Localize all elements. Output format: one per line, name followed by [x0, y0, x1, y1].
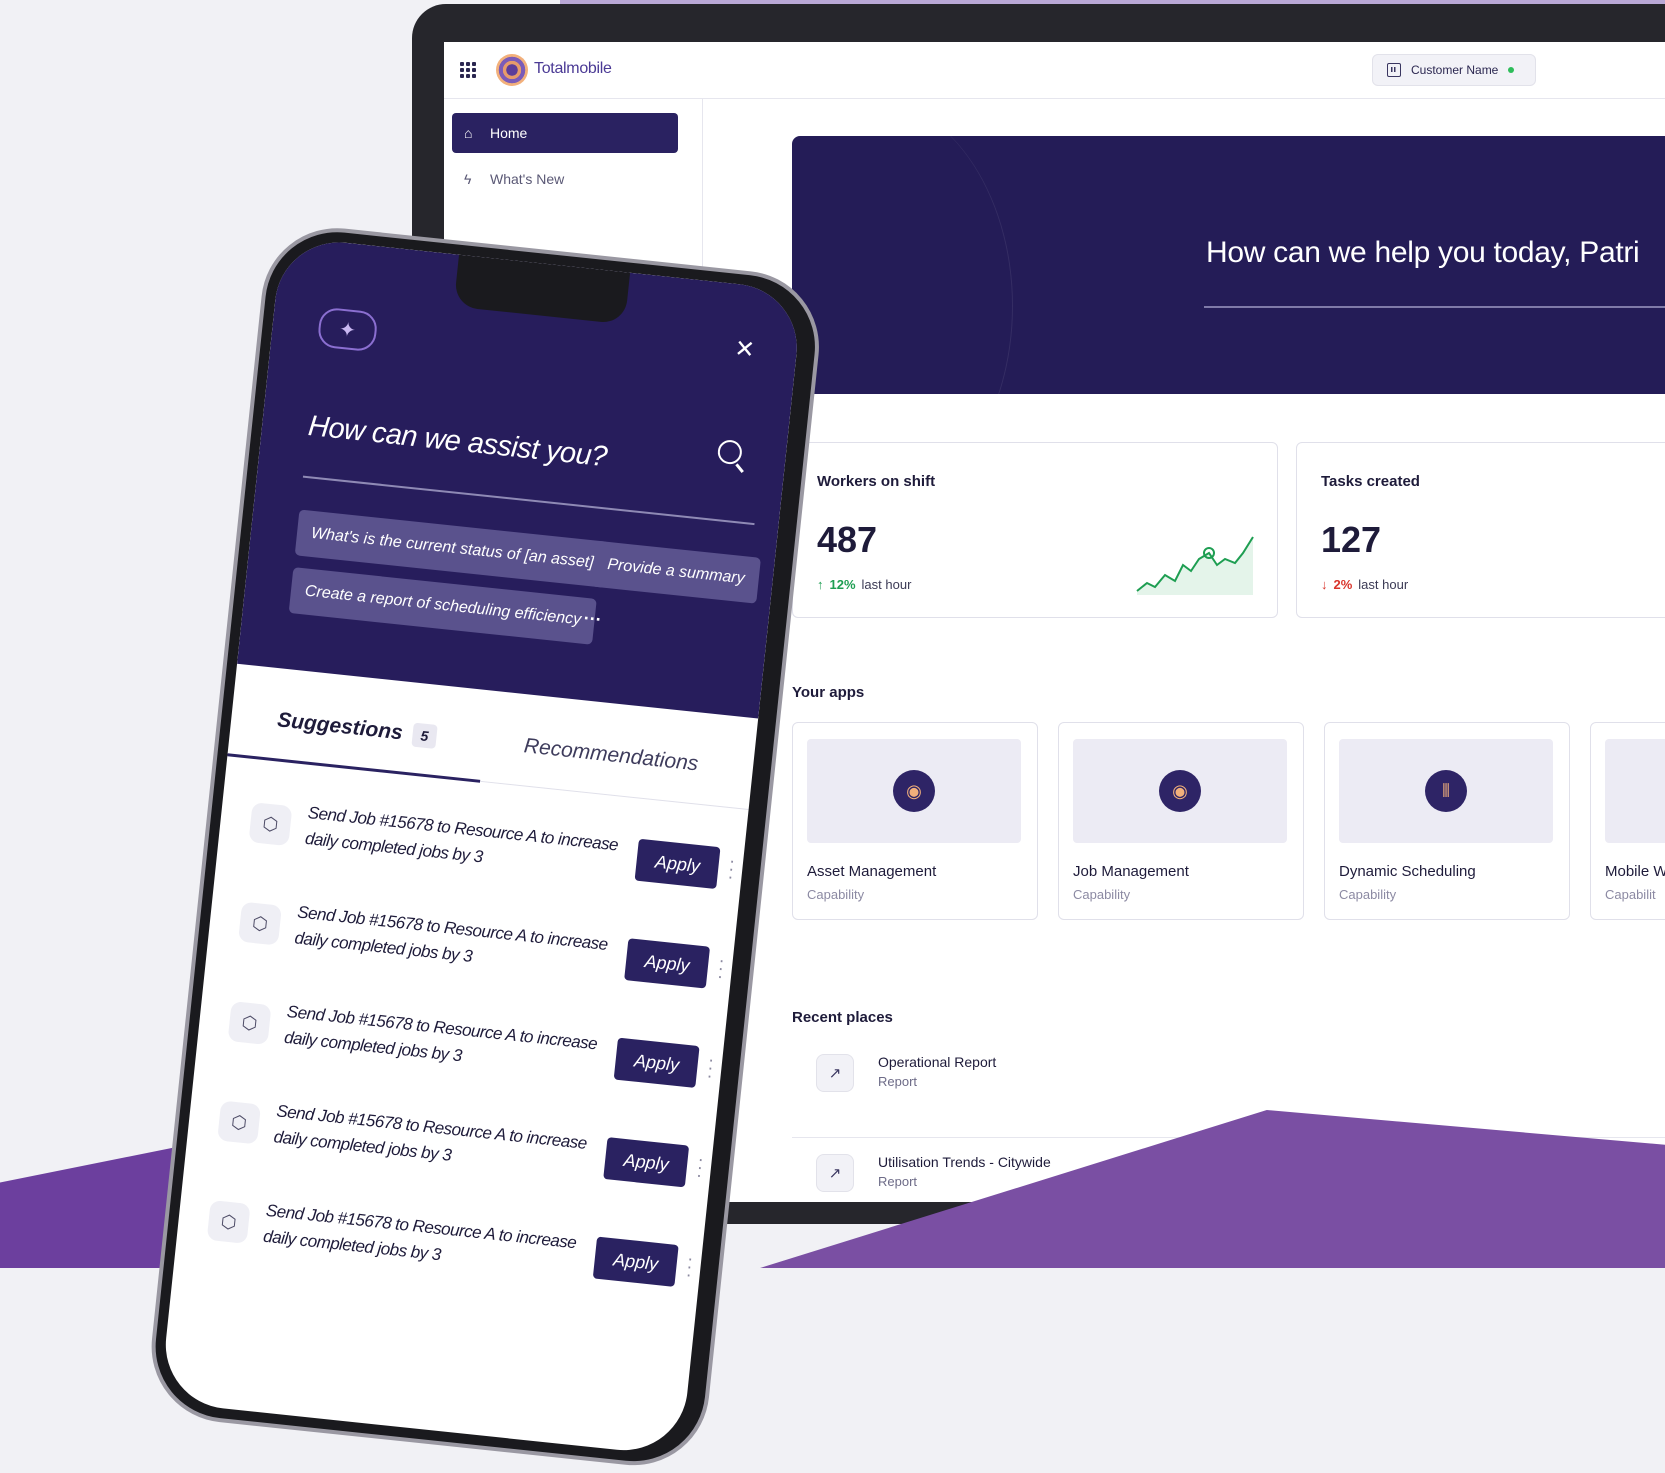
stat-delta: ↑ 12% last hour — [817, 577, 911, 592]
tab-label: Suggestions — [276, 708, 404, 745]
status-dot — [1508, 67, 1515, 73]
app-name: Job Management — [1073, 863, 1189, 880]
recent-section-title: Recent places — [792, 1009, 893, 1026]
kebab-icon[interactable]: · · · — [726, 850, 736, 886]
cube-icon: ⬡ — [227, 1001, 272, 1046]
sparkle-icon[interactable]: ✦ — [316, 306, 379, 353]
recent-item-name: Utilisation Trends - Citywide — [878, 1154, 1051, 1170]
prompt-chip-summary[interactable]: Provide a summary — [591, 540, 761, 604]
app-type: Capability — [807, 887, 865, 902]
suggestion-text: Send Job #15678 to Resource A to increas… — [304, 803, 620, 867]
customer-name: Customer Name — [1411, 63, 1499, 77]
brand-name: Totalmobile — [534, 60, 612, 77]
kebab-icon[interactable]: · · · — [685, 1248, 695, 1284]
stat-card-tasks[interactable]: Tasks created 127 ↓ 2% last hour — [1296, 442, 1665, 618]
delta-period: last hour — [861, 577, 912, 592]
apps-section-title: Your apps — [792, 684, 865, 701]
app-card-job-management[interactable]: ◉ Job Management Capability — [1058, 722, 1304, 920]
assistant-header: ✦ ✕ How can we assist you? What's is the… — [237, 236, 804, 719]
scheduling-app-icon: ⫴ — [1425, 770, 1467, 812]
app-type: Capability — [1073, 887, 1131, 902]
cube-icon: ⬡ — [238, 901, 282, 946]
stat-card-workers[interactable]: Workers on shift 487 ↑ 12% last hour — [792, 442, 1278, 618]
assistant-title: How can we assist you? — [306, 409, 609, 474]
stat-value: 487 — [817, 519, 878, 560]
arrow-down-icon: ↓ — [1321, 577, 1328, 592]
hero-greeting: How can we help you today, Patri — [1206, 236, 1640, 269]
apply-button[interactable]: Apply — [613, 1037, 700, 1088]
tab-suggestions[interactable]: Suggestions 5 — [276, 708, 438, 750]
app-type: Capabilit — [1605, 887, 1656, 902]
suggestion-text: Send Job #15678 to Resource A to increas… — [272, 1101, 588, 1165]
cube-icon: ⬡ — [248, 802, 293, 847]
apply-button[interactable]: Apply — [592, 1236, 679, 1287]
sparkline-chart — [1136, 536, 1254, 595]
apply-button[interactable]: Apply — [624, 938, 711, 989]
home-icon: ⌂ — [464, 125, 473, 141]
sidebar-item-label: Home — [490, 125, 528, 141]
app-thumbnail: ⫴ — [1339, 739, 1553, 843]
app-name: Mobile W — [1605, 863, 1665, 880]
kebab-icon[interactable]: · · · — [706, 1049, 716, 1085]
bolt-icon: ϟ — [464, 171, 472, 187]
active-tab-indicator — [227, 753, 481, 783]
suggestion-text: Send Job #15678 to Resource A to increas… — [262, 1200, 578, 1265]
kebab-icon[interactable]: · · · — [695, 1149, 705, 1185]
apps-grid-icon[interactable] — [460, 62, 476, 78]
customer-selector[interactable]: Customer Name — [1372, 54, 1536, 86]
more-prompts-button[interactable]: ··· — [583, 608, 603, 631]
arrow-up-icon: ↑ — [817, 577, 824, 592]
sidebar-item-whats-new[interactable]: ϟ What's New — [452, 161, 678, 197]
suggestions-count-badge: 5 — [411, 723, 438, 750]
app-name: Dynamic Scheduling — [1339, 863, 1476, 880]
recent-item-type: Report — [878, 1074, 918, 1089]
tab-recommendations[interactable]: Recommendations — [523, 734, 700, 776]
totalmobile-logo-icon — [496, 54, 528, 86]
suggestion-text: Send Job #15678 to Resource A to increas… — [293, 902, 609, 966]
phone-device: ✦ ✕ How can we assist you? What's is the… — [144, 220, 827, 1473]
search-icon[interactable] — [716, 438, 744, 466]
sidebar-item-home[interactable]: ⌂ Home — [452, 113, 678, 153]
delta-value: 2% — [1333, 577, 1353, 592]
sidebar-item-label: What's New — [490, 171, 565, 187]
cube-icon: ⬡ — [217, 1100, 262, 1145]
app-name: Asset Management — [807, 863, 937, 880]
report-icon: ↗ — [816, 1154, 854, 1192]
delta-period: last hour — [1358, 577, 1409, 592]
cube-icon: ⬡ — [206, 1199, 251, 1244]
top-bar: Totalmobile Customer Name — [444, 42, 1665, 99]
app-thumbnail — [1605, 739, 1665, 843]
apply-button[interactable]: Apply — [634, 838, 721, 890]
report-icon: ↗ — [816, 1054, 854, 1092]
app-card-mobile-workforce[interactable]: Mobile W Capabilit — [1590, 722, 1665, 920]
stat-delta: ↓ 2% last hour — [1321, 577, 1408, 592]
recent-item-name: Operational Report — [878, 1054, 997, 1070]
suggestion-text: Send Job #15678 to Resource A to increas… — [283, 1001, 599, 1066]
apply-button[interactable]: Apply — [603, 1137, 690, 1188]
app-card-dynamic-scheduling[interactable]: ⫴ Dynamic Scheduling Capability — [1324, 722, 1570, 920]
app-type: Capability — [1339, 887, 1397, 902]
stat-title: Workers on shift — [817, 473, 936, 490]
close-icon[interactable]: ✕ — [733, 334, 756, 365]
hero-banner: How can we help you today, Patri — [792, 136, 1665, 394]
stat-value: 127 — [1321, 519, 1382, 560]
asset-app-icon: ◉ — [893, 770, 935, 812]
recent-item-utilisation-trends[interactable]: ↗ Utilisation Trends - Citywide Report — [816, 1154, 1051, 1192]
stat-title: Tasks created — [1321, 473, 1420, 490]
delta-value: 12% — [829, 577, 856, 592]
recent-item-operational-report[interactable]: ↗ Operational Report Report — [816, 1054, 996, 1092]
hero-input-line[interactable] — [1204, 306, 1665, 308]
job-app-icon: ◉ — [1159, 770, 1201, 812]
app-thumbnail: ◉ — [807, 739, 1021, 843]
kebab-icon[interactable]: · · · — [716, 950, 726, 986]
tab-divider — [480, 780, 749, 811]
app-card-asset-management[interactable]: ◉ Asset Management Capability — [792, 722, 1038, 920]
app-thumbnail: ◉ — [1073, 739, 1287, 843]
building-icon — [1387, 63, 1401, 77]
